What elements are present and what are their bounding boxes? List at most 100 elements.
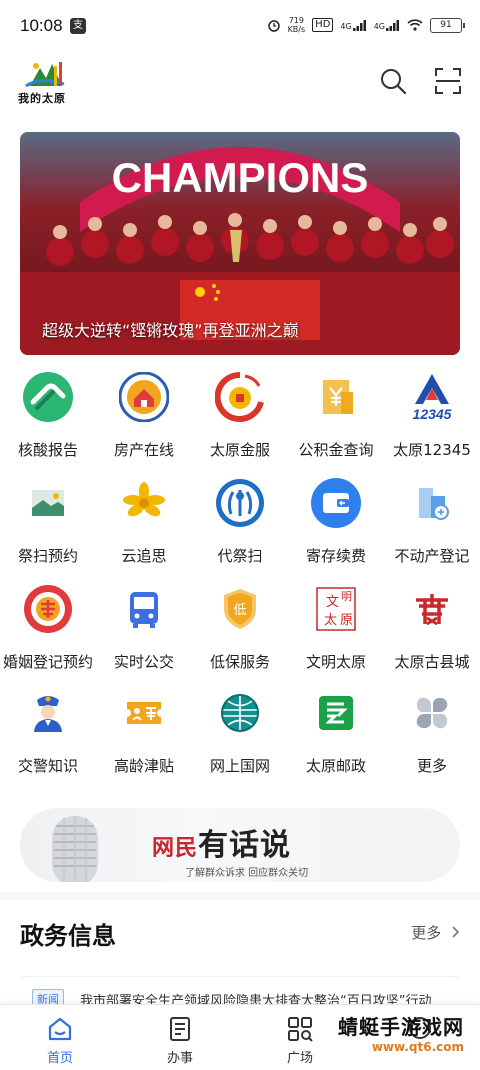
grid-search-icon	[288, 1017, 313, 1042]
svg-text:明: 明	[341, 590, 352, 603]
service-taiyuan-post[interactable]: 太原邮政	[288, 688, 384, 788]
network-speed: 719 KB/s	[288, 16, 306, 34]
service-nucleic-report[interactable]: 核酸报告	[0, 372, 96, 472]
service-label: 太原古县城	[394, 653, 470, 671]
yen-building-icon	[323, 380, 353, 414]
net-type-2: 4G	[373, 21, 385, 31]
svg-text:太: 太	[324, 613, 337, 628]
buildings-icon	[419, 488, 449, 520]
service-ancient-county[interactable]: 太原古县城	[384, 584, 480, 684]
document-list-icon	[170, 1017, 190, 1041]
status-time: 10:08	[20, 16, 63, 35]
svg-text:低: 低	[233, 603, 246, 618]
service-low-income-support[interactable]: 低 低保服务	[192, 584, 288, 684]
service-label: 太原金服	[209, 441, 270, 459]
service-more[interactable]: 更多	[384, 688, 480, 788]
watermark-url: www.qt6.com	[371, 1040, 464, 1054]
svg-text:文: 文	[326, 595, 339, 610]
police-icon	[34, 696, 62, 732]
site-watermark: 蜻蜓手游戏网 www.qt6.com	[338, 1011, 464, 1054]
service-label: 祭扫预约	[17, 547, 78, 565]
bus-icon	[130, 592, 158, 628]
service-taiyuan-12345[interactable]: 12345 太原12345	[384, 372, 480, 472]
gov-info-more-link[interactable]: 更多	[411, 922, 460, 943]
service-marriage-booking[interactable]: 婚姻登记预约	[0, 584, 96, 684]
post-icon	[319, 696, 353, 730]
banner-headline: CHAMPIONS	[112, 154, 369, 201]
service-storage-renewal[interactable]: 寄存续费	[288, 478, 384, 578]
status-bar: 10:08 支 719 KB/s HD 4G 4G 91	[0, 0, 480, 52]
service-label: 太原邮政	[305, 757, 366, 775]
house-seal-icon	[119, 372, 169, 422]
alipay-icon: 支	[70, 18, 86, 34]
landscape-icon	[32, 490, 64, 516]
tab-home[interactable]: 首页	[0, 1005, 120, 1070]
promo-subtitle: 了解群众诉求 回应群众关切	[185, 868, 309, 879]
hand-badge-icon	[23, 372, 73, 422]
app-header: 我的太原	[0, 52, 480, 124]
coin-dragon-icon	[215, 372, 264, 422]
battery-icon: 91	[430, 17, 465, 33]
state-grid-icon	[221, 694, 259, 732]
search-button[interactable]	[378, 66, 408, 96]
service-taiyuan-finance[interactable]: 太原金服	[192, 372, 288, 472]
scan-button[interactable]	[433, 66, 463, 96]
net-type-1: 4G	[340, 21, 352, 31]
service-label: 实时公交	[113, 653, 174, 671]
logo-text: 我的太原	[18, 92, 66, 105]
seal-stamp-icon: 文明太原	[316, 587, 356, 631]
tab-label: 办事	[166, 1051, 193, 1066]
netizen-voice-banner[interactable]: 网民有话说 了解群众诉求 回应群众关切	[20, 808, 460, 882]
chevron-right-icon	[452, 926, 460, 938]
service-row: 婚姻登记预约 实时公交 低 低保服务 文明太原 文明太原 太原古县城	[0, 584, 480, 684]
svg-text:12345: 12345	[413, 406, 452, 422]
alarm-icon	[267, 20, 280, 32]
service-state-grid-online[interactable]: 网上国网	[192, 688, 288, 788]
news-banner[interactable]: CHAMPIONS 超级大逆转“铿锵玫瑰”再登亚洲之巅	[20, 132, 460, 355]
service-label: 核酸报告	[17, 441, 78, 459]
promo-title-main: 有话说	[198, 828, 292, 863]
more-petals-icon	[416, 697, 448, 729]
signal-icon	[352, 19, 366, 31]
service-housing-online[interactable]: 房产在线	[96, 372, 192, 472]
service-housing-fund[interactable]: 公积金查询	[288, 372, 384, 472]
status-indicators: 719 KB/s HD 4G 4G 91	[267, 16, 465, 34]
promo-title: 网民有话说	[152, 820, 291, 864]
service-real-estate-registration[interactable]: 不动产登记	[384, 478, 480, 578]
service-cloud-memorial[interactable]: 云追思	[96, 478, 192, 578]
service-label: 更多	[416, 757, 447, 775]
chrysanthemum-icon	[123, 482, 165, 517]
wallet-icon	[311, 478, 361, 528]
service-senior-allowance[interactable]: 高龄津贴	[96, 688, 192, 788]
service-label: 云追思	[121, 547, 167, 565]
scan-icon	[435, 68, 461, 94]
service-label: 低保服务	[209, 653, 270, 671]
double-happiness-icon	[24, 585, 72, 633]
service-tomb-sweeping-booking[interactable]: 祭扫预约	[0, 478, 96, 578]
gate-icon	[416, 594, 448, 626]
watermark-title: 蜻蜓手游戏网	[338, 1015, 464, 1039]
more-label: 更多	[411, 924, 442, 942]
section-divider	[0, 892, 480, 900]
signal-1: 4G	[340, 19, 366, 31]
speed-value: 719	[288, 16, 304, 25]
service-label: 交警知识	[17, 757, 78, 775]
tab-label: 首页	[46, 1051, 73, 1066]
wifi-icon	[407, 19, 423, 31]
service-civilized-taiyuan[interactable]: 文明太原 文明太原	[288, 584, 384, 684]
service-row: 交警知识 高龄津贴 网上国网 太原邮政 更多	[0, 688, 480, 788]
service-proxy-sweeping[interactable]: 代祭扫	[192, 478, 288, 578]
home-icon	[48, 1017, 72, 1041]
service-label: 寄存续费	[305, 547, 366, 565]
service-label: 高龄津贴	[113, 757, 174, 775]
service-realtime-bus[interactable]: 实时公交	[96, 584, 192, 684]
wheat-emblem-icon	[216, 479, 264, 527]
signal-2: 4G	[373, 19, 400, 31]
service-traffic-police[interactable]: 交警知识	[0, 688, 96, 788]
service-label: 公积金查询	[298, 441, 374, 459]
microphone-icon	[52, 816, 98, 882]
service-label: 不动产登记	[394, 547, 470, 565]
service-row: 核酸报告 房产在线 太原金服 公积金查询 12345 太原12345	[0, 372, 480, 472]
tab-services[interactable]: 办事	[120, 1005, 240, 1070]
ticket-icon	[127, 702, 161, 724]
